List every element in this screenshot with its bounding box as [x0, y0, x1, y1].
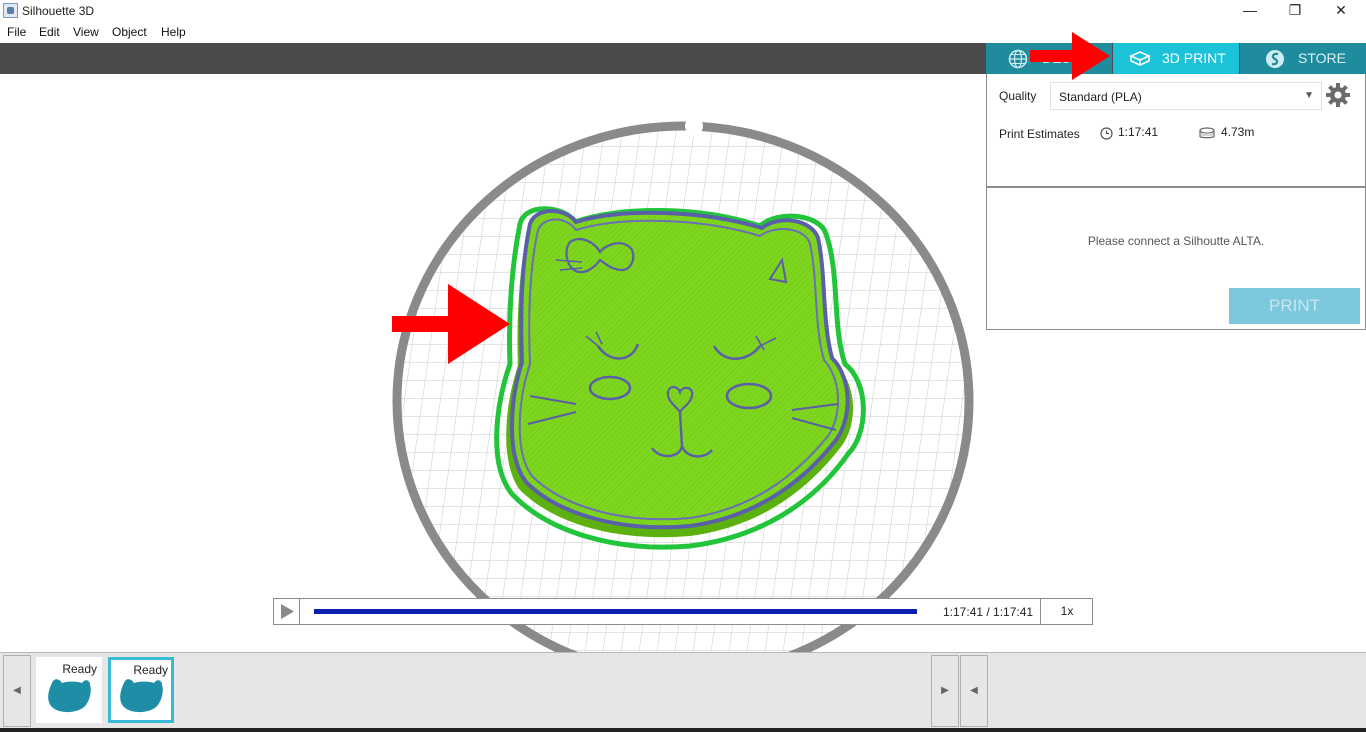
cat-thumbnail-icon [120, 679, 163, 713]
cat-face-model [494, 206, 866, 550]
thumbnail-2[interactable]: Ready [108, 657, 174, 723]
play-button[interactable] [274, 599, 300, 624]
cube-icon [1129, 51, 1151, 66]
3d-viewport[interactable] [0, 74, 986, 652]
menu-help[interactable]: Help [161, 25, 186, 39]
tray-scroll-right[interactable]: ▶ [931, 655, 959, 727]
menu-bar: File Edit View Object Help [0, 22, 1366, 43]
close-button[interactable]: ✕ [1318, 0, 1364, 22]
playback-bar: 1:17:41 / 1:17:41 1x [273, 598, 1093, 625]
tray-scroll-left-2[interactable]: ◀ [960, 655, 988, 727]
filament-spool-icon [1199, 127, 1215, 139]
globe-icon [1008, 49, 1028, 69]
restore-button[interactable]: ❐ [1272, 0, 1318, 22]
menu-edit[interactable]: Edit [39, 25, 60, 39]
filament-length: 4.73m [1221, 125, 1255, 139]
taskbar-strip [0, 728, 1366, 732]
annotation-arrow-top [1030, 32, 1110, 80]
progress-slider[interactable] [314, 609, 917, 614]
connect-message: Please connect a Silhoutte ALTA. [1087, 234, 1265, 248]
time-readout: 1:17:41 / 1:17:41 [943, 605, 1034, 619]
thumbnail-tray: ◀ Ready Ready ▶ ◀ [0, 652, 1366, 728]
tray-scroll-left[interactable]: ◀ [3, 655, 31, 727]
print-button[interactable]: PRINT [1229, 288, 1360, 324]
speed-button[interactable]: 1x [1040, 599, 1093, 624]
thumbnail-status: Ready [62, 662, 97, 676]
panel-divider [987, 186, 1365, 188]
thumbnail-status: Ready [133, 663, 168, 677]
clock-icon [1100, 127, 1113, 140]
cat-thumbnail-icon [48, 679, 91, 713]
menu-view[interactable]: View [73, 25, 99, 39]
quality-label: Quality [999, 89, 1037, 103]
menu-object[interactable]: Object [112, 25, 147, 39]
tab-3d-print[interactable]: 3D PRINT [1113, 43, 1239, 74]
tab-3d-print-label: 3D PRINT [1162, 50, 1226, 66]
tab-store[interactable]: STORE [1240, 43, 1366, 74]
chevron-down-icon: ▼ [1304, 90, 1314, 101]
window-title: Silhouette 3D [22, 4, 95, 18]
progress-fill [314, 609, 917, 614]
thumbnail-1[interactable]: Ready [36, 657, 102, 723]
silhouette-logo-icon [1266, 50, 1284, 68]
menu-file[interactable]: File [7, 25, 26, 39]
gear-icon[interactable] [1325, 82, 1351, 108]
title-bar: Silhouette 3D — ❐ ✕ [0, 0, 1366, 22]
play-icon [281, 604, 294, 619]
print-panel: Quality Standard (PLA) ▼ Print Estimates… [986, 74, 1366, 330]
quality-select[interactable]: Standard (PLA) ▼ [1050, 82, 1322, 110]
tab-store-label: STORE [1298, 50, 1346, 66]
quality-value: Standard (PLA) [1059, 90, 1142, 104]
print-estimates-label: Print Estimates [999, 127, 1080, 141]
app-icon [3, 3, 18, 18]
estimated-time: 1:17:41 [1118, 125, 1159, 139]
minimize-button[interactable]: — [1227, 0, 1273, 22]
